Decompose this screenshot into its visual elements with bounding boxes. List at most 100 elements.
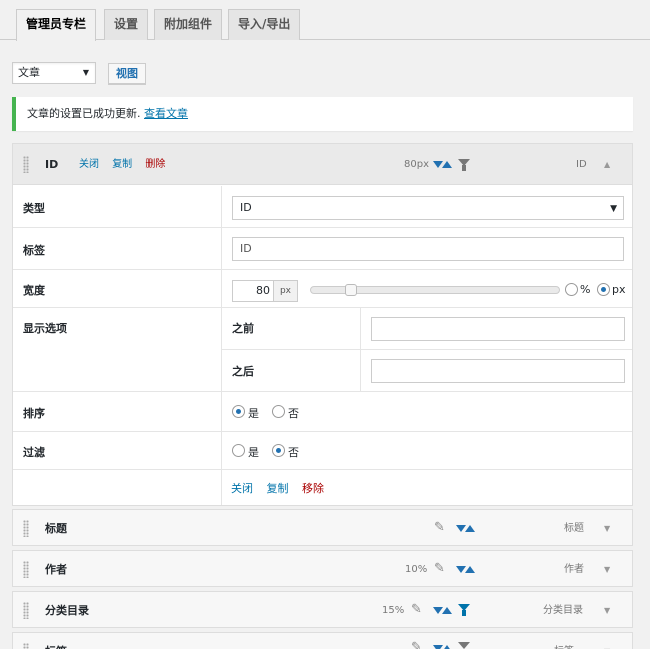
filter-yes-label: 是	[248, 446, 259, 459]
field-label: 过滤	[23, 446, 45, 459]
filter-radio-no[interactable]	[272, 444, 285, 457]
drag-handle-icon[interactable]	[23, 561, 29, 578]
column-item[interactable]: 标签 ✎ 标签 ▼	[12, 632, 633, 649]
field-row-display: 显示选项 之前 之后	[13, 308, 632, 392]
tab-admin-columns[interactable]: 管理员专栏	[16, 9, 97, 41]
field-row-label: 标签 ID	[13, 228, 632, 270]
sort-icon	[456, 563, 476, 575]
post-type-value: 文章	[18, 66, 40, 79]
column-item[interactable]: 分类目录 15% ✎ 分类目录 ▼	[12, 591, 633, 628]
footer-copy-link[interactable]: 复制	[267, 482, 289, 495]
notice-subject: 文章	[27, 107, 49, 120]
sort-icon	[433, 158, 453, 170]
column-settings-id: ID 关闭 复制 删除 80px ID ▲ 类型 ID ▼ 标签 ID 宽度 8…	[12, 143, 633, 506]
pencil-icon: ✎	[434, 561, 445, 576]
sort-icon	[433, 642, 453, 649]
column-name: 标签	[45, 633, 67, 649]
display-after-row: 之后	[222, 350, 632, 392]
tab-settings[interactable]: 设置	[104, 9, 149, 40]
view-button[interactable]: 视图	[108, 63, 146, 84]
sort-yes-label: 是	[248, 407, 259, 420]
field-row-sort: 排序 是 否	[13, 392, 632, 432]
column-type: 作者	[564, 564, 584, 575]
column-width: 15%	[382, 605, 405, 616]
width-input[interactable]: 80 px	[232, 280, 298, 302]
notice-message: 的设置已成功更新.	[49, 107, 141, 120]
expand-toggle-icon[interactable]: ▼	[604, 633, 610, 649]
pencil-icon: ✎	[411, 602, 422, 617]
field-row-width: 宽度 80 px % px	[13, 270, 632, 308]
post-type-select[interactable]: 文章 ▼	[12, 62, 96, 84]
nav-tabs: 管理员专栏 设置 附加组件 导入/导出	[0, 0, 650, 41]
column-width-indicator: 80px	[404, 159, 429, 170]
copy-link[interactable]: 复制	[112, 159, 132, 170]
column-type: 标签	[554, 633, 574, 649]
sort-icon	[456, 522, 476, 534]
column-header[interactable]: ID 关闭 复制 删除 80px ID ▲	[13, 144, 632, 185]
display-before-row: 之前	[222, 308, 632, 350]
field-label: 标签	[23, 244, 45, 257]
pencil-icon: ✎	[411, 640, 422, 649]
field-row-filter: 过滤 是 否	[13, 432, 632, 470]
delete-link[interactable]: 删除	[145, 159, 165, 170]
after-label: 之后	[232, 365, 254, 378]
filter-icon	[458, 642, 470, 649]
field-label: 宽度	[23, 284, 45, 297]
footer-close-link[interactable]: 关闭	[231, 482, 253, 495]
success-notice: 文章的设置已成功更新. 查看文章	[12, 97, 633, 131]
width-slider[interactable]	[310, 284, 560, 296]
drag-handle-icon[interactable]	[23, 602, 29, 619]
width-value: 80	[256, 284, 270, 297]
expand-toggle-icon[interactable]: ▼	[604, 592, 610, 629]
drag-handle-icon[interactable]	[23, 156, 29, 173]
slider-handle[interactable]	[344, 284, 357, 296]
column-width: 10%	[405, 564, 428, 575]
expand-toggle-icon[interactable]: ▼	[604, 510, 610, 547]
tab-addons[interactable]: 附加组件	[154, 9, 223, 40]
filter-no-label: 否	[288, 446, 299, 459]
field-label: 排序	[23, 407, 45, 420]
type-select[interactable]: ID ▼	[232, 196, 624, 220]
filter-radio-yes[interactable]	[232, 444, 245, 457]
unit-percent-label: %	[580, 283, 591, 296]
sort-radio-no[interactable]	[272, 405, 285, 418]
filter-icon-stem	[462, 610, 466, 616]
column-actions: 关闭 复制 删除	[69, 144, 165, 185]
after-input[interactable]	[371, 359, 625, 383]
column-title: ID	[45, 158, 59, 171]
column-type: 标题	[564, 523, 584, 534]
drag-handle-icon[interactable]	[23, 643, 29, 649]
sort-radio-yes[interactable]	[232, 405, 245, 418]
column-name: 标题	[45, 522, 67, 535]
label-input[interactable]: ID	[232, 237, 624, 261]
unit-radio-px[interactable]	[597, 283, 610, 296]
chevron-down-icon: ▼	[610, 204, 617, 214]
divider	[221, 470, 222, 505]
column-type-label: ID	[576, 159, 587, 170]
field-label: 显示选项	[23, 322, 67, 335]
width-unit: px	[273, 281, 297, 301]
unit-radio-percent[interactable]	[565, 283, 578, 296]
before-input[interactable]	[371, 317, 625, 341]
before-label: 之前	[232, 322, 254, 335]
column-name: 作者	[45, 563, 67, 576]
view-posts-link[interactable]: 查看文章	[144, 107, 188, 120]
footer-remove-link[interactable]: 移除	[302, 482, 324, 495]
column-item[interactable]: 作者 10% ✎ 作者 ▼	[12, 550, 633, 587]
close-link[interactable]: 关闭	[79, 159, 99, 170]
pencil-icon: ✎	[434, 520, 445, 535]
column-name: 分类目录	[45, 604, 89, 617]
expand-toggle-icon[interactable]: ▼	[604, 551, 610, 588]
filter-icon-stem	[462, 165, 466, 171]
column-type: 分类目录	[543, 605, 583, 616]
field-label: 类型	[23, 202, 45, 215]
field-row-type: 类型 ID ▼	[13, 186, 632, 228]
column-item[interactable]: 标题 ✎ 标题 ▼	[12, 509, 633, 546]
unit-px-label: px	[612, 283, 626, 296]
drag-handle-icon[interactable]	[23, 520, 29, 537]
collapse-toggle-icon[interactable]: ▲	[604, 144, 610, 185]
type-select-value: ID	[240, 201, 252, 214]
sort-no-label: 否	[288, 407, 299, 420]
sort-icon	[433, 604, 453, 616]
tab-import-export[interactable]: 导入/导出	[228, 9, 301, 40]
